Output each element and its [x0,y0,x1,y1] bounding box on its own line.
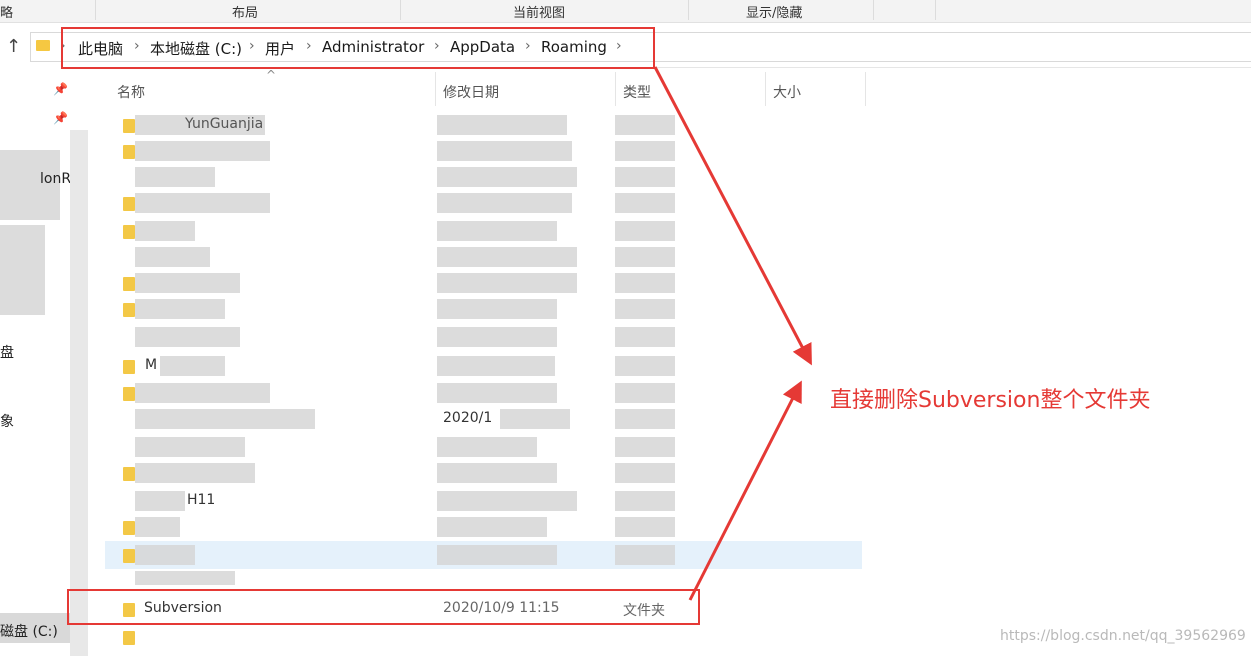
annotation-arrows [653,66,812,601]
arrow-line [653,66,812,366]
watermark-text: https://blog.csdn.net/qq_39562969 [1000,628,1246,644]
annotation-text: 直接删除Subversion整个文件夹 [830,388,1151,413]
arrow-line [688,380,802,601]
